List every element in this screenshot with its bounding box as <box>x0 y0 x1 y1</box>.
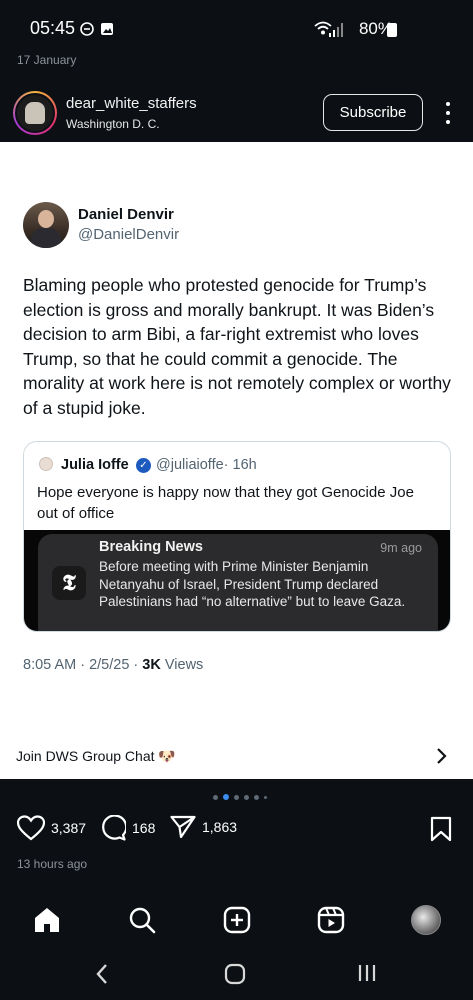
verified-badge-icon: ✓ <box>136 458 151 473</box>
group-chat-link[interactable]: Join DWS Group Chat 🐶 <box>16 748 176 765</box>
carousel-dot <box>234 794 239 800</box>
search-icon <box>129 907 156 934</box>
post-actions: 3,387 168 1,863 <box>0 813 473 847</box>
carousel-dot <box>244 794 249 800</box>
quoted-author-name: Julia Ioffe <box>61 457 129 473</box>
nyt-logo-icon: 𝕿 <box>52 566 86 600</box>
notification-title: Breaking News <box>99 539 203 555</box>
comment-icon <box>102 815 126 841</box>
quoted-author-avatar <box>39 457 53 471</box>
tweet-author-avatar <box>23 202 69 248</box>
nav-reels[interactable] <box>316 905 346 935</box>
tweet-author-name: Daniel Denvir <box>78 206 174 223</box>
notification-body: Before meeting with Prime Minister Benja… <box>99 559 406 609</box>
like-count: 3,387 <box>51 820 87 836</box>
post-image[interactable]: Daniel Denvir @DanielDenvir Blaming peop… <box>0 142 473 779</box>
reels-icon <box>317 906 345 934</box>
more-options-icon[interactable] <box>440 102 456 124</box>
account-avatar[interactable] <box>13 91 57 135</box>
news-notification: 𝕿 Breaking News 9m ago Before meeting wi… <box>38 534 438 631</box>
home-circle-icon[interactable] <box>224 963 246 985</box>
bookmark-icon[interactable] <box>430 816 452 842</box>
tweet-meta: 8:05 AM · 2/5/25 · 3K Views <box>23 657 204 673</box>
status-bar: 05:45 80% <box>0 0 473 50</box>
carousel-dot <box>213 794 218 800</box>
nav-search[interactable] <box>127 905 157 935</box>
comment-count: 168 <box>132 820 156 836</box>
home-icon <box>35 908 59 932</box>
quoted-screenshot: 𝕿 Breaking News 9m ago Before meeting wi… <box>24 530 450 631</box>
quoted-tweet-text: Hope everyone is happy now that they got… <box>37 484 414 522</box>
carousel-dot-active <box>223 794 229 800</box>
post-date: 17 January <box>17 53 77 67</box>
nav-create[interactable] <box>222 905 252 935</box>
carousel-dot <box>264 795 267 799</box>
heart-icon <box>17 815 45 841</box>
signal-icon <box>329 23 343 37</box>
like-button[interactable]: 3,387 <box>17 815 86 841</box>
share-button[interactable]: 1,863 <box>170 815 237 839</box>
quoted-tweet: Julia Ioffe ✓ @juliaioffe· 16h Hope ever… <box>23 441 451 632</box>
share-count: 1,863 <box>202 819 238 835</box>
back-icon[interactable] <box>95 963 109 985</box>
create-icon <box>223 906 251 934</box>
tweet-author-handle: @DanielDenvir <box>78 226 180 243</box>
notification-time: 9m ago <box>380 541 422 555</box>
bottom-navigation <box>0 895 473 950</box>
carousel-indicator <box>213 794 267 800</box>
nav-profile[interactable] <box>411 905 441 935</box>
subscribe-button[interactable]: Subscribe <box>323 94 423 131</box>
post-location[interactable]: Washington D. C. <box>66 117 160 131</box>
system-navigation <box>0 955 473 1000</box>
status-time: 05:45 <box>30 18 76 38</box>
send-icon <box>170 815 196 839</box>
account-username[interactable]: dear_white_staffers <box>66 95 197 112</box>
comment-button[interactable]: 168 <box>100 815 155 841</box>
profile-avatar <box>411 905 441 935</box>
do-not-disturb-icon <box>80 22 94 36</box>
quoted-author-handle: @juliaioffe· 16h <box>156 457 257 473</box>
post-time-ago: 13 hours ago <box>17 857 88 871</box>
post-header: dear_white_staffers Washington D. C. Sub… <box>0 80 473 142</box>
nav-home[interactable] <box>32 905 62 935</box>
carousel-dot <box>254 794 259 800</box>
recents-icon[interactable] <box>357 963 377 983</box>
tweet-text: Blaming people who protested genocide fo… <box>23 275 451 418</box>
gallery-icon <box>101 23 113 35</box>
battery-icon <box>387 23 397 37</box>
chevron-right-icon[interactable] <box>436 746 448 766</box>
